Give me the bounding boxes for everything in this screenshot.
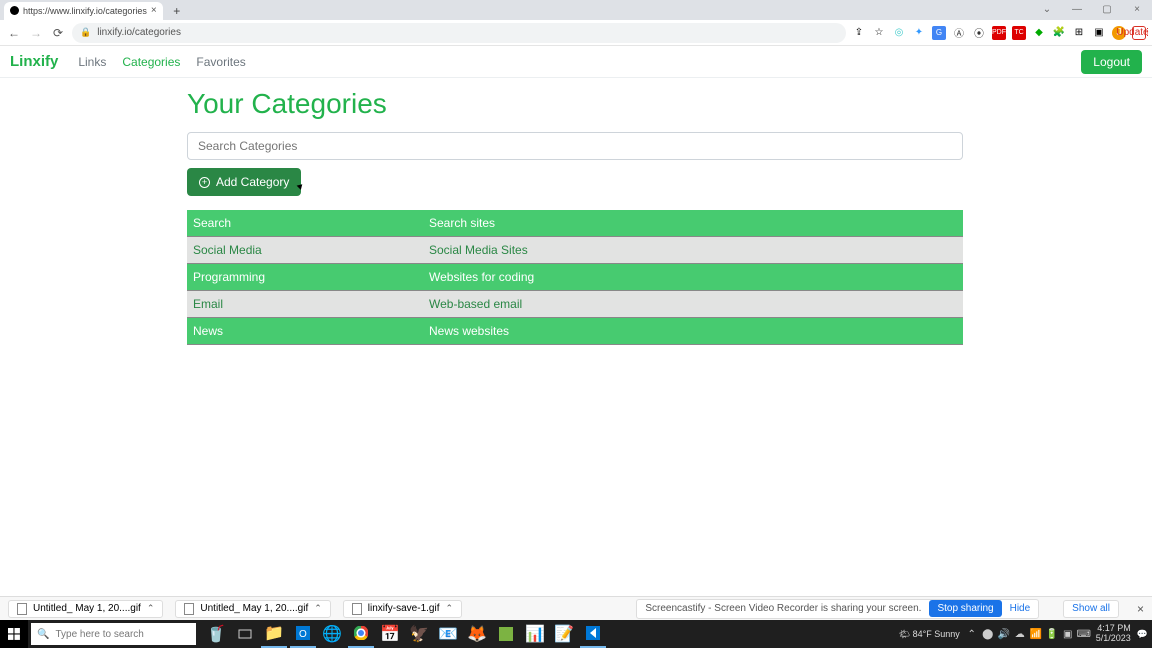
ext-icon[interactable]: ▣ bbox=[1092, 26, 1106, 40]
ext-icon[interactable]: ◆ bbox=[1032, 26, 1046, 40]
svg-text:O: O bbox=[299, 629, 307, 640]
page-title: Your Categories bbox=[187, 88, 964, 120]
chevron-down-icon[interactable]: ⌄ bbox=[1032, 0, 1062, 18]
chevron-up-icon[interactable]: ⌃ bbox=[445, 603, 453, 614]
chevron-up-icon[interactable]: ⌃ bbox=[314, 603, 322, 614]
extensions-icon[interactable]: 🧩 bbox=[1052, 26, 1066, 40]
star-icon[interactable]: ☆ bbox=[872, 26, 886, 40]
nav-favorites[interactable]: Favorites bbox=[196, 55, 245, 69]
tray-icon[interactable]: ▣ bbox=[1062, 628, 1074, 640]
firefox-icon[interactable]: 🦊 bbox=[464, 620, 490, 648]
ext-icon[interactable]: G bbox=[932, 26, 946, 40]
tab-title: https://www.linxify.io/categories bbox=[23, 6, 147, 16]
taskbar-app-icon[interactable]: 📊 bbox=[522, 620, 548, 648]
taskbar-app-icon[interactable]: 🥤 bbox=[203, 620, 229, 648]
ext-icon[interactable]: ◎ bbox=[892, 26, 906, 40]
search-input[interactable] bbox=[187, 132, 963, 160]
logout-button[interactable]: Logout bbox=[1081, 50, 1142, 74]
mouse-cursor bbox=[298, 183, 308, 193]
plus-circle-icon: + bbox=[199, 177, 210, 188]
ext-icon[interactable]: TC bbox=[1012, 26, 1026, 40]
menu-icon: ⋮ bbox=[1143, 26, 1152, 40]
table-row[interactable]: Email Web-based email bbox=[187, 291, 963, 318]
downloads-bar: Untitled_ May 1, 20....gif ⌃ Untitled_ M… bbox=[0, 596, 1152, 620]
nav-categories[interactable]: Categories bbox=[122, 55, 180, 69]
windows-taskbar: 🔍 Type here to search 🥤 📁 O 🌐 📅 🦅 📧 🦊 📊 … bbox=[0, 620, 1152, 648]
cloud-icon[interactable]: ☁ bbox=[1014, 628, 1026, 640]
volume-icon[interactable]: 🔊 bbox=[998, 628, 1010, 640]
start-button[interactable] bbox=[0, 620, 28, 648]
url-text: linxify.io/categories bbox=[97, 27, 181, 38]
chevron-up-icon[interactable]: ⌃ bbox=[966, 628, 978, 640]
clock[interactable]: 4:17 PM 5/1/2023 bbox=[1096, 624, 1131, 644]
close-icon[interactable]: × bbox=[1137, 602, 1144, 616]
screen-share-panel: Screencastify - Screen Video Recorder is… bbox=[636, 599, 1039, 619]
hide-link[interactable]: Hide bbox=[1010, 603, 1031, 614]
taskbar-search[interactable]: 🔍 Type here to search bbox=[31, 623, 196, 645]
categories-table: Search Search sites Social Media Social … bbox=[187, 210, 963, 345]
browser-tab[interactable]: https://www.linxify.io/categories × bbox=[4, 2, 163, 20]
ext-icon[interactable]: PDF bbox=[992, 26, 1006, 40]
ext-icon[interactable]: ⊞ bbox=[1072, 26, 1086, 40]
minimize-icon[interactable]: — bbox=[1062, 0, 1092, 18]
outlook-icon[interactable]: O bbox=[290, 620, 316, 648]
file-explorer-icon[interactable]: 📁 bbox=[261, 620, 287, 648]
share-icon[interactable]: ⇪ bbox=[852, 26, 866, 40]
table-row[interactable]: News News websites bbox=[187, 318, 963, 345]
search-icon: 🔍 bbox=[37, 629, 49, 640]
lock-icon: 🔒 bbox=[80, 27, 91, 38]
file-icon bbox=[17, 603, 27, 615]
chrome-icon[interactable] bbox=[348, 620, 374, 648]
taskbar-app-icon[interactable]: 🦅 bbox=[406, 620, 432, 648]
weather-widget[interactable]: 🌤 84°F Sunny bbox=[899, 629, 960, 640]
brand-logo[interactable]: Linxify bbox=[10, 53, 58, 70]
tray-icon[interactable]: ⬤ bbox=[982, 628, 994, 640]
reload-icon[interactable]: ⟳ bbox=[50, 25, 66, 41]
keyboard-icon[interactable]: ⌨ bbox=[1078, 628, 1090, 640]
table-row[interactable]: Social Media Social Media Sites bbox=[187, 237, 963, 264]
download-item[interactable]: Untitled_ May 1, 20....gif ⌃ bbox=[175, 600, 330, 618]
ext-icon[interactable]: ⦿ bbox=[972, 26, 986, 40]
taskbar-app-icon[interactable]: 📧 bbox=[435, 620, 461, 648]
stop-sharing-button[interactable]: Stop sharing bbox=[929, 600, 1001, 617]
app-navbar: Linxify Links Categories Favorites Logou… bbox=[0, 46, 1152, 78]
forward-icon[interactable]: → bbox=[28, 25, 44, 41]
battery-icon[interactable]: 🔋 bbox=[1046, 628, 1058, 640]
edge-icon[interactable]: 🌐 bbox=[319, 620, 345, 648]
calendar-icon[interactable]: 📅 bbox=[377, 620, 403, 648]
taskbar-app-icon[interactable] bbox=[493, 620, 519, 648]
add-category-label: Add Category bbox=[216, 175, 289, 189]
ext-icon[interactable]: ✦ bbox=[912, 26, 926, 40]
notepad-icon[interactable]: 📝 bbox=[551, 620, 577, 648]
file-icon bbox=[352, 603, 362, 615]
vscode-icon[interactable] bbox=[580, 620, 606, 648]
download-item[interactable]: Untitled_ May 1, 20....gif ⌃ bbox=[8, 600, 163, 618]
show-all-button[interactable]: Show all bbox=[1063, 600, 1119, 618]
close-window-icon[interactable]: × bbox=[1122, 0, 1152, 18]
ext-icon[interactable]: Ⓐ bbox=[952, 26, 966, 40]
chevron-up-icon[interactable]: ⌃ bbox=[147, 603, 155, 614]
back-icon[interactable]: ← bbox=[6, 25, 22, 41]
table-row[interactable]: Programming Websites for coding bbox=[187, 264, 963, 291]
close-tab-icon[interactable]: × bbox=[151, 5, 157, 16]
address-bar[interactable]: 🔒 linxify.io/categories bbox=[72, 23, 846, 43]
add-category-button[interactable]: + Add Category bbox=[187, 168, 301, 196]
update-button[interactable]: Update⋮ bbox=[1132, 26, 1146, 40]
notifications-icon[interactable]: 💬 bbox=[1137, 629, 1148, 640]
nav-links[interactable]: Links bbox=[78, 55, 106, 69]
extension-icons: ⇪ ☆ ◎ ✦ G Ⓐ ⦿ PDF TC ◆ 🧩 ⊞ ▣ J Update⋮ bbox=[852, 26, 1146, 40]
tab-favicon bbox=[10, 6, 19, 15]
wifi-icon[interactable]: 📶 bbox=[1030, 628, 1042, 640]
taskview-icon[interactable] bbox=[232, 620, 258, 648]
new-tab-button[interactable]: + bbox=[169, 3, 185, 19]
download-item[interactable]: linxify-save-1.gif ⌃ bbox=[343, 600, 462, 618]
table-row[interactable]: Search Search sites bbox=[187, 210, 963, 237]
file-icon bbox=[184, 603, 194, 615]
maximize-icon[interactable]: ▢ bbox=[1092, 0, 1122, 18]
